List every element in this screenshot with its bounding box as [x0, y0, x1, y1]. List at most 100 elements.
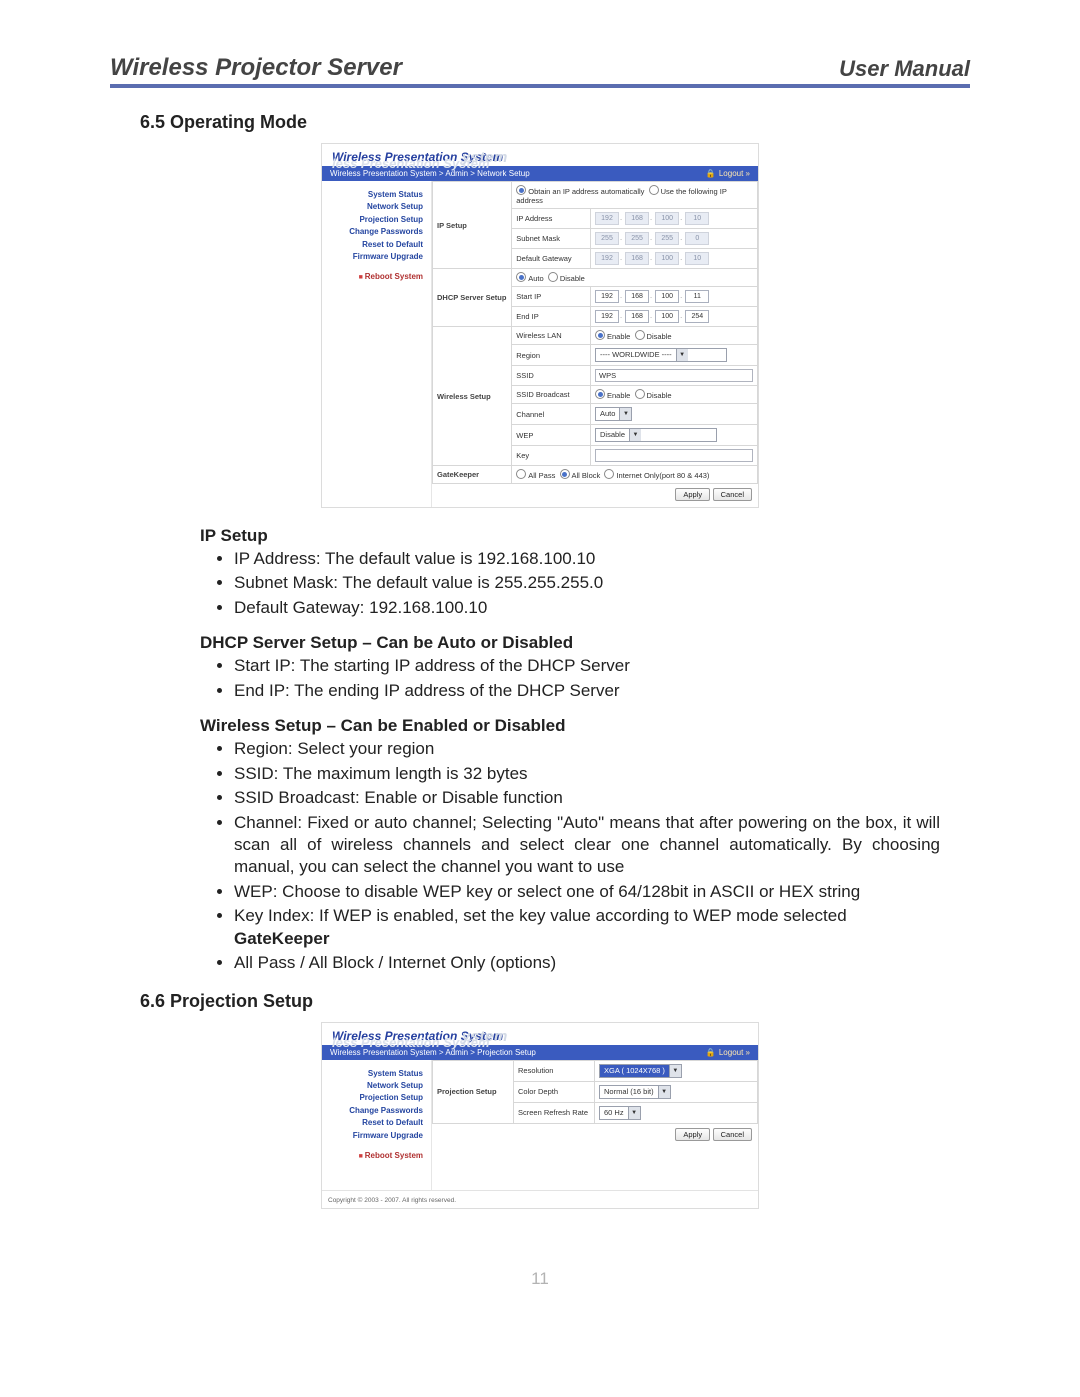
endip-octet[interactable]: 192 — [595, 310, 619, 323]
ip-octet[interactable]: 192 — [595, 212, 619, 225]
ip-octet[interactable]: 100 — [655, 212, 679, 225]
startip-octet[interactable]: 100 — [655, 290, 679, 303]
nav-reboot[interactable]: Reboot System — [322, 271, 427, 284]
projection-config-table: Projection Setup Resolution XGA ( 1024X7… — [432, 1060, 758, 1124]
label-wlan: Wireless LAN — [512, 327, 591, 345]
radio-internet-only[interactable] — [604, 469, 614, 479]
chevron-down-icon: ▼ — [619, 408, 631, 420]
subnet-octet[interactable]: 0 — [685, 232, 709, 245]
apply-button[interactable]: Apply — [675, 488, 710, 501]
nav-network-setup[interactable]: Network Setup — [322, 1080, 427, 1092]
label-ip-address: IP Address — [512, 209, 591, 229]
list-item: Region: Select your region — [234, 738, 940, 760]
lock-icon: 🔒 — [706, 1048, 716, 1057]
section-6-5-heading: 6.5 Operating Mode — [140, 112, 970, 133]
list-item: Key Index: If WEP is enabled, set the ke… — [234, 905, 940, 950]
subnet-octet[interactable]: 255 — [595, 232, 619, 245]
group-wireless: Wireless Setup — [433, 327, 512, 466]
screenshot-projection-setup: less Presentation System Wireless Presen… — [321, 1022, 759, 1209]
list-item: Subnet Mask: The default value is 255.25… — [234, 572, 940, 594]
label-region: Region — [512, 345, 591, 366]
select-wep[interactable]: Disable▼ — [595, 428, 717, 442]
nav-firmware-upgrade[interactable]: Firmware Upgrade — [322, 251, 427, 263]
cancel-button[interactable]: Cancel — [713, 1128, 752, 1141]
cancel-button[interactable]: Cancel — [713, 488, 752, 501]
nav-network-setup[interactable]: Network Setup — [322, 201, 427, 213]
ip-octet[interactable]: 10 — [685, 212, 709, 225]
logout-link[interactable]: 🔒Logout » — [706, 169, 750, 178]
chevron-down-icon: ▼ — [629, 429, 641, 441]
nav-system-status[interactable]: System Status — [322, 1068, 427, 1080]
label-gateway: Default Gateway — [512, 249, 591, 269]
select-region[interactable]: ---- WORLDWIDE ----▼ — [595, 348, 727, 362]
list-wireless: Region: Select your region SSID: The max… — [210, 738, 970, 974]
radio-dhcp-disable[interactable] — [548, 272, 558, 282]
nav-projection-setup[interactable]: Projection Setup — [322, 1092, 427, 1104]
nav-projection-setup[interactable]: Projection Setup — [322, 214, 427, 226]
subnet-octet[interactable]: 255 — [625, 232, 649, 245]
select-refresh-rate[interactable]: 60 Hz▼ — [599, 1106, 641, 1120]
select-channel[interactable]: Auto▼ — [595, 407, 632, 421]
radio-allblock[interactable] — [560, 469, 570, 479]
lock-icon: 🔒 — [706, 169, 716, 178]
nav-firmware-upgrade[interactable]: Firmware Upgrade — [322, 1130, 427, 1142]
apply-button[interactable]: Apply — [675, 1128, 710, 1141]
nav-change-passwords[interactable]: Change Passwords — [322, 226, 427, 238]
gw-octet[interactable]: 10 — [685, 252, 709, 265]
chevron-down-icon: ▼ — [658, 1086, 670, 1098]
endip-octet[interactable]: 254 — [685, 310, 709, 323]
page-number: 11 — [110, 1269, 970, 1289]
nav-reboot[interactable]: Reboot System — [322, 1150, 427, 1163]
list-item: SSID: The maximum length is 32 bytes — [234, 763, 940, 785]
nav-reset-default[interactable]: Reset to Default — [322, 1117, 427, 1129]
gw-octet[interactable]: 168 — [625, 252, 649, 265]
list-item: All Pass / All Block / Internet Only (op… — [234, 952, 940, 974]
label-start-ip: Start IP — [512, 287, 591, 307]
subnet-octet[interactable]: 255 — [655, 232, 679, 245]
group-gatekeeper: GateKeeper — [433, 466, 512, 484]
label-end-ip: End IP — [512, 307, 591, 327]
side-nav: System Status Network Setup Projection S… — [322, 181, 431, 507]
list-item: Start IP: The starting IP address of the… — [234, 655, 940, 677]
radio-wlan-enable[interactable] — [595, 330, 605, 340]
label-channel: Channel — [512, 404, 591, 425]
list-item: SSID Broadcast: Enable or Disable functi… — [234, 787, 940, 809]
input-ssid[interactable]: WPS — [595, 369, 753, 382]
chevron-down-icon: ▼ — [628, 1107, 640, 1119]
ip-octet[interactable]: 168 — [625, 212, 649, 225]
gw-octet[interactable]: 192 — [595, 252, 619, 265]
label-ssid-broadcast: SSID Broadcast — [512, 386, 591, 404]
input-key[interactable] — [595, 449, 753, 462]
group-dhcp: DHCP Server Setup — [433, 269, 512, 327]
startip-octet[interactable]: 11 — [685, 290, 709, 303]
heading-dhcp: DHCP Server Setup – Can be Auto or Disab… — [200, 633, 970, 653]
heading-gatekeeper: GateKeeper — [234, 929, 329, 948]
startip-octet[interactable]: 192 — [595, 290, 619, 303]
radio-auto-ip[interactable] — [516, 185, 526, 195]
select-resolution[interactable]: XGA ( 1024X768 )▼ — [599, 1064, 682, 1078]
doc-subtitle: User Manual — [839, 56, 970, 82]
logout-link[interactable]: 🔒Logout » — [706, 1048, 750, 1057]
radio-dhcp-auto[interactable] — [516, 272, 526, 282]
endip-octet[interactable]: 168 — [625, 310, 649, 323]
radio-ssidbc-disable[interactable] — [635, 389, 645, 399]
nav-reset-default[interactable]: Reset to Default — [322, 239, 427, 251]
radio-wlan-disable[interactable] — [635, 330, 645, 340]
endip-octet[interactable]: 100 — [655, 310, 679, 323]
select-color-depth[interactable]: Normal (16 bit)▼ — [599, 1085, 671, 1099]
label-color-depth: Color Depth — [514, 1081, 595, 1102]
group-ip-setup: IP Setup — [433, 182, 512, 269]
gw-octet[interactable]: 100 — [655, 252, 679, 265]
nav-system-status[interactable]: System Status — [322, 189, 427, 201]
brand-area: less Presentation System Wireless Presen… — [322, 1023, 758, 1045]
list-item: IP Address: The default value is 192.168… — [234, 548, 940, 570]
radio-allpass[interactable] — [516, 469, 526, 479]
list-item: Default Gateway: 192.168.100.10 — [234, 597, 940, 619]
screenshot-network-setup: less Presentation System Wireless Presen… — [321, 143, 759, 508]
startip-octet[interactable]: 168 — [625, 290, 649, 303]
radio-static-ip[interactable] — [649, 185, 659, 195]
list-ip-setup: IP Address: The default value is 192.168… — [210, 548, 970, 619]
radio-ssidbc-enable[interactable] — [595, 389, 605, 399]
nav-change-passwords[interactable]: Change Passwords — [322, 1105, 427, 1117]
label-ssid: SSID — [512, 366, 591, 386]
